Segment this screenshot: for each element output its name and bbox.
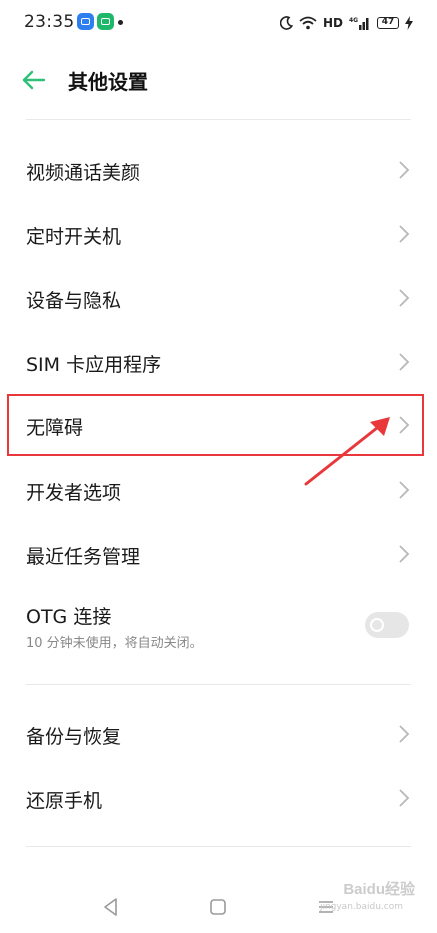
battery-indicator: 47 [377, 17, 399, 29]
hd-indicator: HD [322, 16, 343, 30]
more-notifications-dot [118, 20, 123, 25]
setting-label: 开发者选项 [26, 482, 122, 504]
nav-home-icon[interactable] [207, 896, 229, 918]
setting-video-call-beauty[interactable]: 视频通话美颜 [0, 138, 437, 202]
chevron-right-icon [399, 161, 410, 179]
moon-icon [279, 16, 293, 30]
signal-icon: 4G [349, 17, 369, 30]
signal-label: 4G [349, 17, 358, 24]
setting-accessibility[interactable]: 无障碍 [0, 394, 437, 456]
chevron-right-icon [399, 545, 410, 563]
status-time: 23:35 [24, 12, 75, 32]
wifi-icon [299, 16, 317, 30]
setting-device-privacy[interactable]: 设备与隐私 [0, 266, 437, 330]
wechat-notification-icon [97, 13, 114, 30]
app-notification-icon [77, 13, 94, 30]
setting-developer-options[interactable]: 开发者选项 [0, 458, 437, 522]
phone-screen: 23:35 HD 4G 47 其他设置 视频通话美颜 定时开关机 设备与隐私 S… [0, 0, 437, 933]
setting-recent-tasks[interactable]: 最近任务管理 [0, 522, 437, 586]
section-divider [26, 684, 411, 685]
setting-label: 设备与隐私 [26, 290, 122, 312]
setting-reset-phone[interactable]: 还原手机 [0, 766, 437, 830]
otg-description: 10 分钟未使用，将自动关闭。 [26, 636, 203, 651]
bottom-divider [26, 846, 411, 847]
chevron-right-icon [399, 725, 410, 743]
otg-toggle[interactable] [365, 612, 409, 638]
setting-label: 视频通话美颜 [26, 162, 141, 184]
status-indicators: HD 4G 47 [279, 12, 413, 34]
back-arrow-icon[interactable] [20, 66, 48, 94]
system-nav-bar [0, 880, 437, 933]
charging-bolt-icon [405, 16, 413, 30]
chevron-right-icon [399, 225, 410, 243]
setting-backup-restore[interactable]: 备份与恢复 [0, 702, 437, 766]
page-header: 其他设置 [0, 50, 437, 110]
chevron-right-icon [399, 416, 410, 434]
setting-label: 无障碍 [26, 417, 84, 439]
status-bar: 23:35 HD 4G 47 [0, 0, 437, 46]
setting-scheduled-power[interactable]: 定时开关机 [0, 202, 437, 266]
nav-menu-icon[interactable] [315, 896, 337, 918]
chevron-right-icon [399, 289, 410, 307]
setting-label: 最近任务管理 [26, 546, 141, 568]
otg-label: OTG 连接 [26, 606, 112, 628]
chevron-right-icon [399, 353, 410, 371]
toggle-knob [370, 618, 384, 632]
header-divider [26, 119, 411, 120]
chevron-right-icon [399, 789, 410, 807]
setting-label: SIM 卡应用程序 [26, 354, 162, 376]
chevron-right-icon [399, 481, 410, 499]
page-title: 其他设置 [68, 70, 148, 94]
setting-label: 定时开关机 [26, 226, 122, 248]
setting-otg: OTG 连接 10 分钟未使用，将自动关闭。 [0, 590, 437, 670]
setting-label: 备份与恢复 [26, 726, 122, 748]
setting-label: 还原手机 [26, 790, 103, 812]
nav-back-icon[interactable] [100, 896, 122, 918]
setting-sim-toolkit[interactable]: SIM 卡应用程序 [0, 330, 437, 394]
